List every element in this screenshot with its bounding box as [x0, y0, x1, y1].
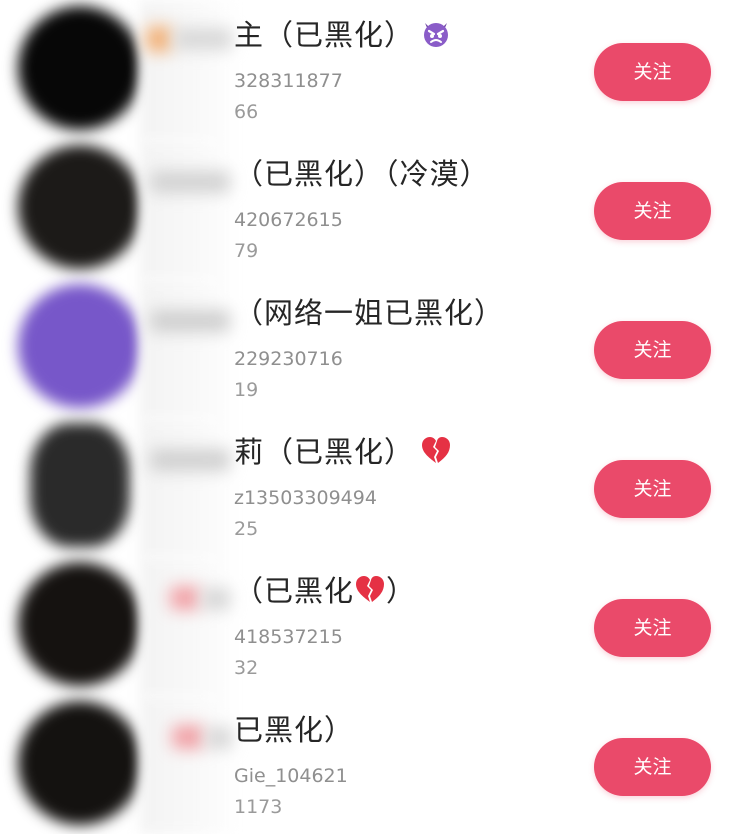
user-name: （已黑化）	[234, 572, 416, 613]
fans-count: 19	[234, 379, 259, 401]
user-row[interactable]: 莉（已黑化） z13503309494 25 关注	[0, 417, 734, 556]
blurred-badge	[170, 586, 200, 610]
follow-button[interactable]: 关注	[594, 321, 711, 379]
blurred-area	[140, 139, 236, 278]
user-name: 莉（已黑化）	[234, 433, 452, 474]
user-row[interactable]: 主（已黑化） 328311877 66 关注	[0, 0, 734, 139]
blurred-name-prefix	[150, 171, 230, 193]
user-name: 已黑化）	[234, 713, 355, 747]
user-name: （网络一姐已黑化）	[234, 296, 505, 330]
blurred-area	[140, 556, 236, 695]
user-name: 主（已黑化）	[234, 16, 452, 58]
angry-devil-emoji-icon	[420, 17, 452, 58]
user-id: 420672615	[234, 209, 343, 231]
follow-button[interactable]: 关注	[594, 43, 711, 101]
user-name: （已黑化）（冷漠）	[234, 157, 490, 191]
broken-heart-emoji-icon	[420, 435, 452, 474]
follow-button[interactable]: 关注	[594, 460, 711, 518]
user-row[interactable]: （已黑化） 418537215 32 关注	[0, 556, 734, 695]
avatar[interactable]	[18, 562, 142, 686]
blurred-area	[140, 695, 236, 834]
fans-count: 79	[234, 240, 259, 262]
user-row[interactable]: （已黑化）（冷漠） 420672615 79 关注	[0, 139, 734, 278]
fans-count: 32	[234, 657, 259, 679]
blurred-area	[140, 278, 236, 417]
user-id: 229230716	[234, 348, 343, 370]
user-id: 328311877	[234, 70, 343, 92]
avatar[interactable]	[18, 701, 142, 825]
blurred-name-prefix	[150, 310, 230, 332]
user-row[interactable]: 已黑化） Gie_104621 1173 关注	[0, 695, 734, 834]
fans-count: 66	[234, 101, 259, 123]
follow-list: 主（已黑化） 328311877 66 关注 （已黑化）（冷漠） 4206726…	[0, 0, 734, 834]
user-row[interactable]: （网络一姐已黑化） 229230716 19 关注	[0, 278, 734, 417]
blurred-name-prefix	[202, 588, 230, 610]
avatar[interactable]	[18, 145, 142, 269]
avatar[interactable]	[18, 284, 142, 408]
follow-button[interactable]: 关注	[594, 599, 711, 657]
avatar[interactable]	[30, 423, 130, 547]
follow-button[interactable]: 关注	[594, 182, 711, 240]
broken-heart-emoji-icon	[354, 574, 386, 613]
fans-count: 25	[234, 518, 259, 540]
avatar[interactable]	[18, 6, 142, 130]
blurred-badge	[172, 725, 204, 749]
user-id: z13503309494	[234, 487, 377, 509]
blurred-name-prefix	[174, 28, 232, 50]
user-id: 418537215	[234, 626, 343, 648]
follow-button[interactable]: 关注	[594, 738, 711, 796]
fans-count: 1173	[234, 796, 283, 818]
blurred-name-prefix	[206, 727, 232, 749]
blurred-area	[140, 0, 236, 139]
blurred-badge	[146, 26, 172, 52]
blurred-area	[140, 417, 236, 556]
blurred-name-prefix	[150, 449, 230, 471]
user-id: Gie_104621	[234, 765, 348, 787]
